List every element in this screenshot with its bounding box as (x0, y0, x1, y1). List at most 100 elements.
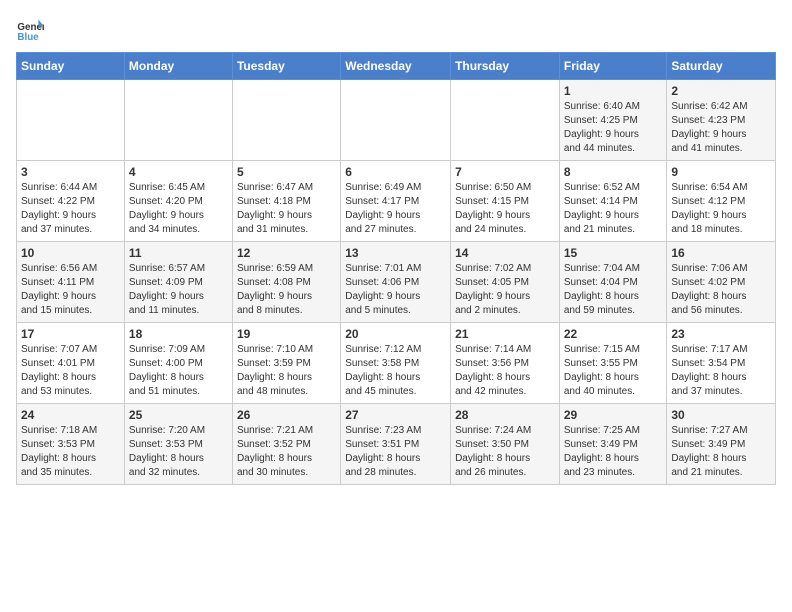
day-number: 14 (455, 246, 555, 260)
day-number: 12 (237, 246, 336, 260)
day-info: Sunrise: 6:45 AM Sunset: 4:20 PM Dayligh… (129, 181, 228, 237)
day-number: 16 (671, 246, 771, 260)
calendar-cell: 28Sunrise: 7:24 AM Sunset: 3:50 PM Dayli… (451, 404, 560, 485)
calendar-cell: 19 Sunrise: 7:10 AM Sunset: 3:59 PM Dayli… (232, 323, 340, 404)
day-info: Sunrise: 6:40 AM Sunset: 4:25 PM Dayligh… (564, 100, 663, 156)
day-number: 8 (564, 165, 663, 179)
day-info: Sunrise: 7:17 AM Sunset: 3:54 PM Dayligh… (671, 343, 771, 399)
calendar-cell: 15 Sunrise: 7:04 AM Sunset: 4:04 PM Dayli… (559, 242, 667, 323)
calendar-header-row: SundayMondayTuesdayWednesdayThursdayFrid… (17, 53, 776, 80)
day-info: Sunrise: 7:23 AM Sunset: 3:51 PM Dayligh… (345, 424, 446, 480)
day-number: 1 (564, 84, 663, 98)
day-info: Sunrise: 7:25 AM Sunset: 3:49 PM Dayligh… (564, 424, 663, 480)
day-info: Sunrise: 7:21 AM Sunset: 3:52 PM Dayligh… (237, 424, 336, 480)
calendar-cell (232, 80, 340, 161)
calendar-cell: 24 Sunrise: 7:18 AM Sunset: 3:53 PM Dayli… (17, 404, 125, 485)
calendar-cell: 22 Sunrise: 7:15 AM Sunset: 3:55 PM Dayli… (559, 323, 667, 404)
day-number: 23 (671, 327, 771, 341)
day-number: 25 (129, 408, 228, 422)
calendar-header-sunday: Sunday (17, 53, 125, 80)
day-number: 24 (21, 408, 120, 422)
day-info: Sunrise: 6:54 AM Sunset: 4:12 PM Dayligh… (671, 181, 771, 237)
day-info: Sunrise: 7:09 AM Sunset: 4:00 PM Dayligh… (129, 343, 228, 399)
day-info: Sunrise: 6:42 AM Sunset: 4:23 PM Dayligh… (671, 100, 771, 156)
day-info: Sunrise: 7:14 AM Sunset: 3:56 PM Dayligh… (455, 343, 555, 399)
day-number: 4 (129, 165, 228, 179)
day-info: Sunrise: 7:04 AM Sunset: 4:04 PM Dayligh… (564, 262, 663, 318)
day-info: Sunrise: 7:01 AM Sunset: 4:06 PM Dayligh… (345, 262, 446, 318)
day-info: Sunrise: 7:18 AM Sunset: 3:53 PM Dayligh… (21, 424, 120, 480)
calendar-cell (124, 80, 232, 161)
day-info: Sunrise: 6:47 AM Sunset: 4:18 PM Dayligh… (237, 181, 336, 237)
day-info: Sunrise: 7:10 AM Sunset: 3:59 PM Dayligh… (237, 343, 336, 399)
calendar-cell: 25 Sunrise: 7:20 AM Sunset: 3:53 PM Dayli… (124, 404, 232, 485)
day-info: Sunrise: 6:56 AM Sunset: 4:11 PM Dayligh… (21, 262, 120, 318)
day-number: 28 (455, 408, 555, 422)
calendar-cell: 30Sunrise: 7:27 AM Sunset: 3:49 PM Dayli… (667, 404, 776, 485)
day-number: 15 (564, 246, 663, 260)
svg-text:Blue: Blue (17, 32, 39, 43)
day-info: Sunrise: 7:02 AM Sunset: 4:05 PM Dayligh… (455, 262, 555, 318)
day-number: 18 (129, 327, 228, 341)
day-number: 27 (345, 408, 446, 422)
day-number: 21 (455, 327, 555, 341)
calendar-cell: 14 Sunrise: 7:02 AM Sunset: 4:05 PM Dayli… (451, 242, 560, 323)
calendar-cell: 17 Sunrise: 7:07 AM Sunset: 4:01 PM Dayli… (17, 323, 125, 404)
day-info: Sunrise: 6:50 AM Sunset: 4:15 PM Dayligh… (455, 181, 555, 237)
day-info: Sunrise: 6:52 AM Sunset: 4:14 PM Dayligh… (564, 181, 663, 237)
calendar-table: SundayMondayTuesdayWednesdayThursdayFrid… (16, 52, 776, 485)
logo: General Blue (16, 16, 48, 44)
calendar-cell: 12 Sunrise: 6:59 AM Sunset: 4:08 PM Dayli… (232, 242, 340, 323)
calendar-week-5: 24 Sunrise: 7:18 AM Sunset: 3:53 PM Dayli… (17, 404, 776, 485)
calendar-cell: 5 Sunrise: 6:47 AM Sunset: 4:18 PM Daylig… (232, 161, 340, 242)
day-number: 17 (21, 327, 120, 341)
calendar-cell: 29 Sunrise: 7:25 AM Sunset: 3:49 PM Dayli… (559, 404, 667, 485)
day-number: 29 (564, 408, 663, 422)
calendar-week-2: 3Sunrise: 6:44 AM Sunset: 4:22 PM Daylig… (17, 161, 776, 242)
calendar-cell: 8 Sunrise: 6:52 AM Sunset: 4:14 PM Daylig… (559, 161, 667, 242)
calendar-cell (341, 80, 451, 161)
day-info: Sunrise: 7:06 AM Sunset: 4:02 PM Dayligh… (671, 262, 771, 318)
calendar-cell: 13Sunrise: 7:01 AM Sunset: 4:06 PM Dayli… (341, 242, 451, 323)
calendar-header-tuesday: Tuesday (232, 53, 340, 80)
day-info: Sunrise: 6:59 AM Sunset: 4:08 PM Dayligh… (237, 262, 336, 318)
day-info: Sunrise: 7:27 AM Sunset: 3:49 PM Dayligh… (671, 424, 771, 480)
calendar-cell (451, 80, 560, 161)
day-number: 22 (564, 327, 663, 341)
calendar-cell: 9 Sunrise: 6:54 AM Sunset: 4:12 PM Daylig… (667, 161, 776, 242)
calendar-header-wednesday: Wednesday (341, 53, 451, 80)
day-info: Sunrise: 6:49 AM Sunset: 4:17 PM Dayligh… (345, 181, 446, 237)
calendar-cell: 4 Sunrise: 6:45 AM Sunset: 4:20 PM Daylig… (124, 161, 232, 242)
calendar-cell: 3Sunrise: 6:44 AM Sunset: 4:22 PM Daylig… (17, 161, 125, 242)
page-header: General Blue (16, 16, 776, 44)
day-number: 11 (129, 246, 228, 260)
day-number: 3 (21, 165, 120, 179)
day-number: 7 (455, 165, 555, 179)
calendar-week-3: 10 Sunrise: 6:56 AM Sunset: 4:11 PM Dayli… (17, 242, 776, 323)
calendar-cell: 16 Sunrise: 7:06 AM Sunset: 4:02 PM Dayli… (667, 242, 776, 323)
day-number: 6 (345, 165, 446, 179)
logo-icon: General Blue (16, 16, 44, 44)
calendar-week-1: 1 Sunrise: 6:40 AM Sunset: 4:25 PM Daylig… (17, 80, 776, 161)
calendar-cell: 26 Sunrise: 7:21 AM Sunset: 3:52 PM Dayli… (232, 404, 340, 485)
calendar-cell: 18 Sunrise: 7:09 AM Sunset: 4:00 PM Dayli… (124, 323, 232, 404)
calendar-cell: 21 Sunrise: 7:14 AM Sunset: 3:56 PM Dayli… (451, 323, 560, 404)
day-number: 19 (237, 327, 336, 341)
calendar-cell: 27 Sunrise: 7:23 AM Sunset: 3:51 PM Dayli… (341, 404, 451, 485)
calendar-header-saturday: Saturday (667, 53, 776, 80)
day-info: Sunrise: 7:07 AM Sunset: 4:01 PM Dayligh… (21, 343, 120, 399)
day-number: 5 (237, 165, 336, 179)
day-number: 9 (671, 165, 771, 179)
day-info: Sunrise: 6:57 AM Sunset: 4:09 PM Dayligh… (129, 262, 228, 318)
calendar-header-friday: Friday (559, 53, 667, 80)
calendar-cell: 6 Sunrise: 6:49 AM Sunset: 4:17 PM Daylig… (341, 161, 451, 242)
calendar-cell: 2 Sunrise: 6:42 AM Sunset: 4:23 PM Daylig… (667, 80, 776, 161)
calendar-cell (17, 80, 125, 161)
day-info: Sunrise: 7:15 AM Sunset: 3:55 PM Dayligh… (564, 343, 663, 399)
calendar-cell: 10 Sunrise: 6:56 AM Sunset: 4:11 PM Dayli… (17, 242, 125, 323)
day-info: Sunrise: 7:12 AM Sunset: 3:58 PM Dayligh… (345, 343, 446, 399)
day-number: 26 (237, 408, 336, 422)
day-number: 10 (21, 246, 120, 260)
day-info: Sunrise: 7:20 AM Sunset: 3:53 PM Dayligh… (129, 424, 228, 480)
day-number: 2 (671, 84, 771, 98)
